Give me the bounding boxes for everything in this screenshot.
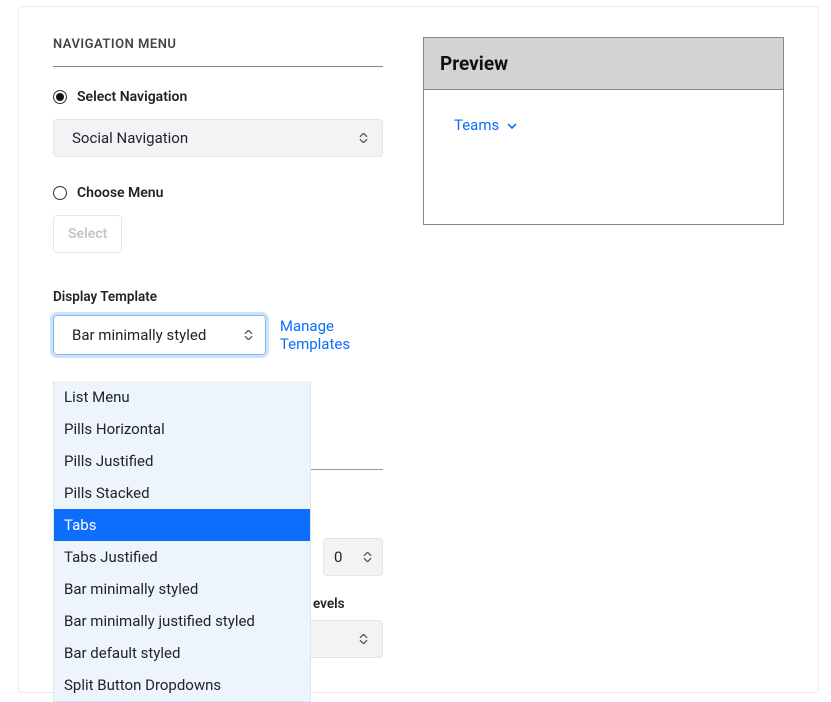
updown-icon	[363, 552, 372, 562]
dropdown-item[interactable]: Tabs	[54, 509, 310, 541]
navigation-select-value: Social Navigation	[72, 129, 188, 147]
select-button-label: Select	[68, 226, 107, 242]
radio-icon	[53, 186, 67, 200]
display-template-select[interactable]: Bar minimally styled	[53, 315, 266, 355]
dropdown-item[interactable]: Bar default styled	[54, 637, 310, 669]
updown-icon	[244, 330, 253, 340]
preview-body: Teams	[424, 90, 783, 224]
manage-templates-link[interactable]: Manage Templates	[280, 317, 383, 353]
right-column: Preview Teams	[423, 37, 784, 662]
dropdown-item[interactable]: Pills Justified	[54, 445, 310, 477]
display-template-value: Bar minimally styled	[72, 326, 206, 344]
chevron-down-icon	[507, 116, 517, 134]
radio-choose-menu[interactable]: Choose Menu	[53, 185, 383, 201]
dropdown-item[interactable]: Tabs Justified	[54, 541, 310, 573]
config-panel: NAVIGATION MENU Select Navigation Social…	[18, 6, 819, 693]
levels-label: evels	[313, 596, 345, 612]
teams-link-text: Teams	[454, 116, 499, 134]
updown-icon	[359, 634, 368, 644]
display-template-label: Display Template	[53, 289, 383, 305]
dropdown-item[interactable]: Pills Stacked	[54, 477, 310, 509]
number-select-1[interactable]: 0	[323, 538, 383, 576]
template-dropdown[interactable]: List MenuPills HorizontalPills Justified…	[53, 381, 311, 702]
dropdown-item[interactable]: List Menu	[54, 381, 310, 413]
number-value: 0	[334, 548, 342, 566]
section-title: NAVIGATION MENU	[53, 37, 383, 67]
radio-select-navigation[interactable]: Select Navigation	[53, 89, 383, 105]
preview-panel: Preview Teams	[423, 37, 784, 225]
dropdown-item[interactable]: Pills Horizontal	[54, 413, 310, 445]
dropdown-item[interactable]: Split Button Dropdowns	[54, 669, 310, 701]
radio-label: Choose Menu	[77, 185, 163, 201]
dropdown-item[interactable]: Bar minimally justified styled	[54, 605, 310, 637]
teams-dropdown-link[interactable]: Teams	[454, 116, 517, 134]
left-column: NAVIGATION MENU Select Navigation Social…	[53, 37, 383, 662]
select-button: Select	[53, 215, 122, 253]
navigation-select[interactable]: Social Navigation	[53, 119, 383, 157]
radio-icon	[53, 90, 67, 104]
dropdown-item[interactable]: Bar minimally styled	[54, 573, 310, 605]
updown-icon	[359, 133, 368, 143]
preview-header: Preview	[424, 38, 783, 90]
radio-label: Select Navigation	[77, 89, 187, 105]
